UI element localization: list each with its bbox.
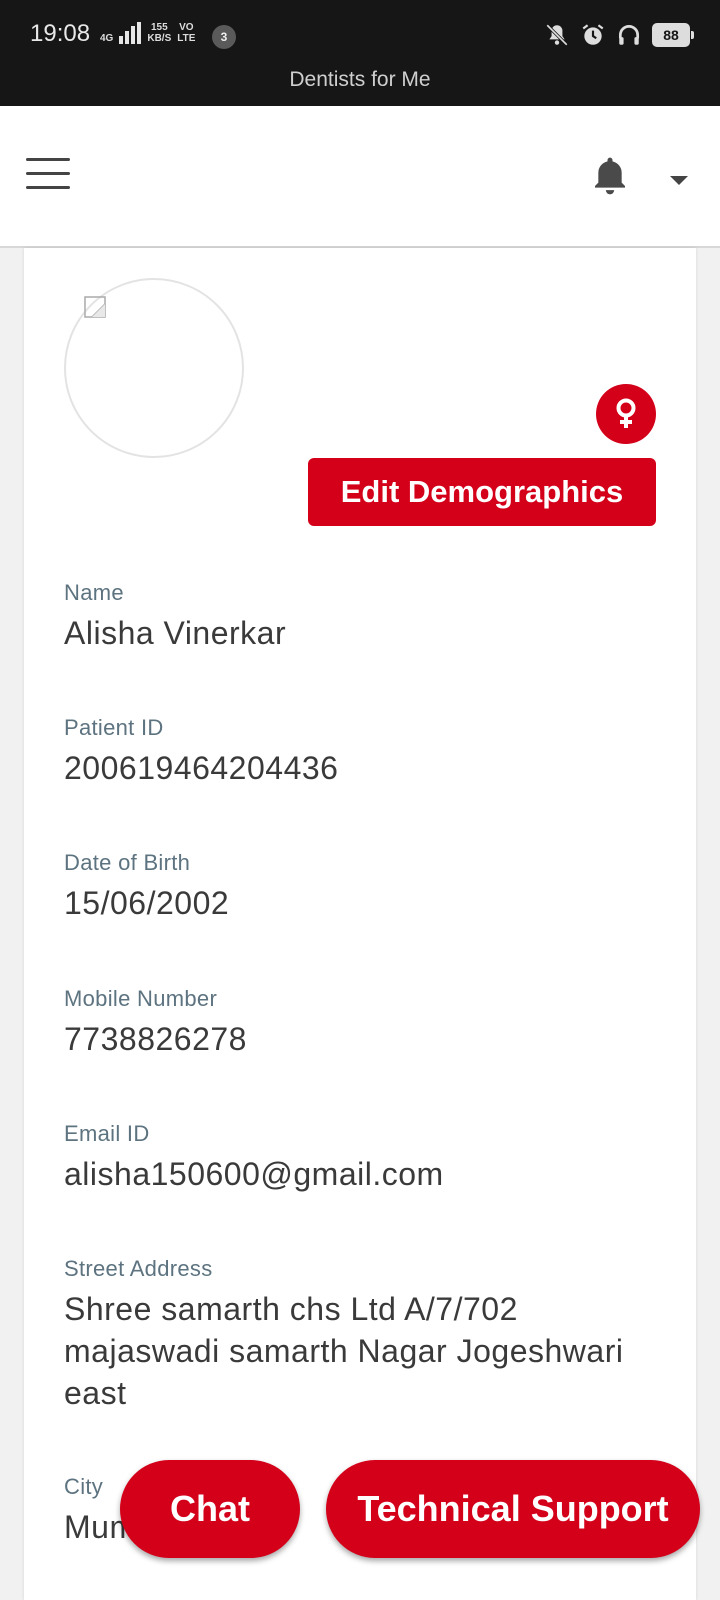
- network-type: 4G: [100, 33, 114, 44]
- signal-icon: [119, 22, 142, 44]
- field-value: alisha150600@gmail.com: [64, 1156, 444, 1192]
- edit-demographics-button[interactable]: Edit Demographics: [308, 458, 656, 526]
- alarm-icon: [582, 24, 604, 45]
- patient-id-field: Patient ID 200619464204436: [64, 715, 664, 789]
- chat-button[interactable]: Chat: [120, 1460, 300, 1558]
- gender-female-button[interactable]: [596, 384, 656, 444]
- date-of-birth-field: Date of Birth 15/06/2002: [64, 850, 664, 924]
- technical-support-button[interactable]: Technical Support: [326, 1460, 700, 1558]
- field-label: Email ID: [64, 1121, 150, 1146]
- chevron-down-icon[interactable]: [670, 176, 688, 185]
- field-label: Name: [64, 580, 124, 605]
- avatar[interactable]: [64, 278, 244, 458]
- status-bar: 19:08 4G 155 KB/S VO LTE 3 88 Dentists f…: [0, 0, 720, 106]
- status-time: 19:08: [30, 20, 91, 47]
- network-speed: 155 KB/S: [147, 22, 172, 44]
- volte-indicator: VO LTE: [177, 22, 196, 44]
- profile-card: Edit Demographics Name Alisha Vinerkar P…: [24, 248, 696, 1600]
- field-label: Date of Birth: [64, 850, 191, 875]
- app-title: Dentists for Me: [289, 68, 431, 91]
- app-bar: [0, 106, 720, 248]
- female-icon: [616, 398, 636, 428]
- name-field: Name Alisha Vinerkar: [64, 580, 664, 654]
- field-value: Shree samarth chs Ltd A/7/702 majaswadi …: [64, 1291, 624, 1411]
- field-value: 15/06/2002: [64, 885, 230, 921]
- bell-icon[interactable]: [590, 154, 630, 198]
- mobile-number-field: Mobile Number 7738826278: [64, 986, 664, 1060]
- broken-image-icon: [84, 296, 106, 318]
- mute-icon: [546, 24, 568, 46]
- street-address-field: Street Address Shree samarth chs Ltd A/7…: [64, 1256, 664, 1414]
- field-value: 200619464204436: [64, 750, 339, 786]
- notification-count-badge: 3: [212, 25, 236, 49]
- headphones-icon: [618, 24, 640, 45]
- field-label: Street Address: [64, 1256, 213, 1281]
- email-field: Email ID alisha150600@gmail.com: [64, 1121, 664, 1195]
- menu-icon[interactable]: [26, 158, 70, 190]
- field-label: Mobile Number: [64, 986, 218, 1011]
- field-value: 7738826278: [64, 1021, 247, 1057]
- field-value: Alisha Vinerkar: [64, 615, 287, 651]
- battery-icon: 88: [652, 23, 694, 47]
- field-label: Patient ID: [64, 715, 164, 740]
- network-indicator: 4G 155 KB/S VO LTE: [100, 22, 195, 44]
